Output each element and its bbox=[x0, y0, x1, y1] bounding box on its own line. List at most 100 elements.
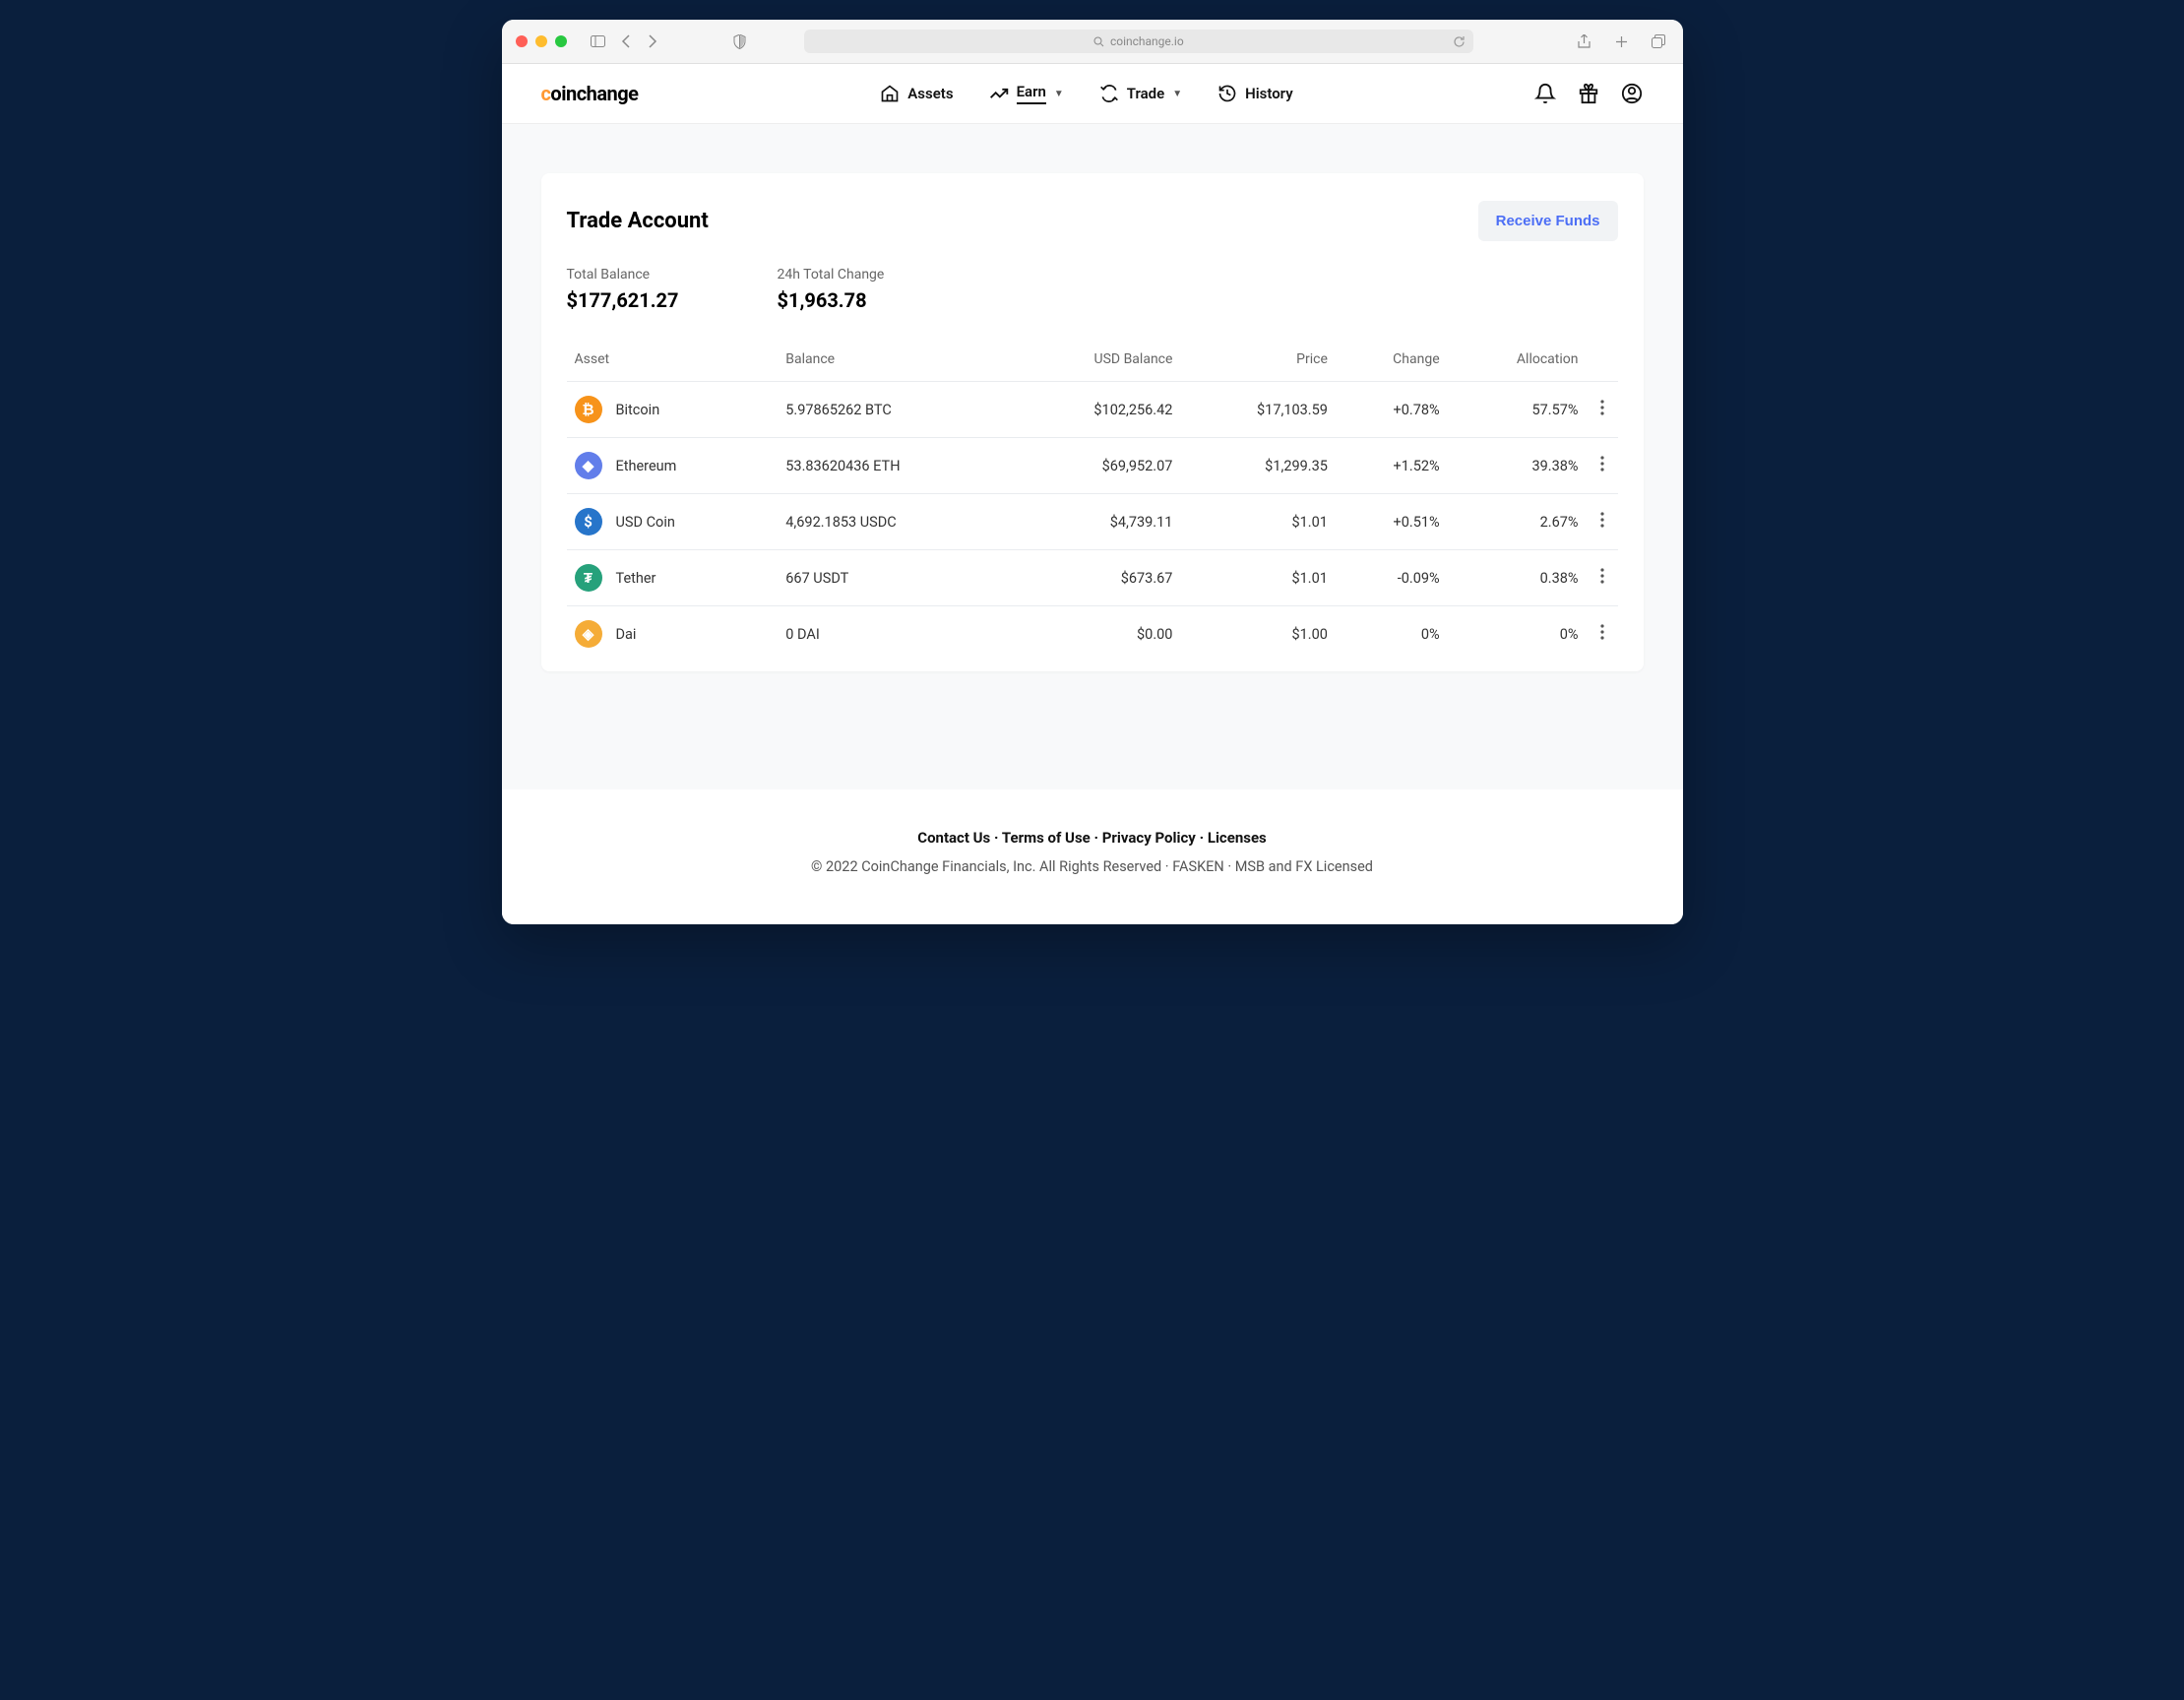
asset-cell: ◈ Dai bbox=[575, 620, 771, 648]
page-title: Trade Account bbox=[567, 209, 709, 233]
balance-cell: 0 DAI bbox=[778, 606, 1011, 662]
usd-balance-cell: $4,739.11 bbox=[1011, 494, 1180, 550]
maximize-window-button[interactable] bbox=[555, 35, 567, 47]
logo[interactable]: coinchange bbox=[541, 82, 639, 105]
row-more-button[interactable] bbox=[1594, 512, 1610, 528]
app-header: coinchange Assets Earn▼ Trade ▼ History bbox=[502, 64, 1683, 124]
balance-cell: 5.97865262 BTC bbox=[778, 382, 1011, 438]
footer-link-terms-of-use[interactable]: Terms of Use bbox=[1002, 829, 1091, 847]
footer: Contact Us · Terms of Use · Privacy Poli… bbox=[502, 789, 1683, 924]
asset-name: Dai bbox=[616, 626, 637, 643]
minimize-window-button[interactable] bbox=[535, 35, 547, 47]
assets-table: AssetBalanceUSD BalancePriceChangeAlloca… bbox=[567, 342, 1618, 661]
asset-cell: $ USD Coin bbox=[575, 508, 771, 535]
asset-cell: ◆ Ethereum bbox=[575, 452, 771, 479]
change-cell: 0% bbox=[1336, 606, 1448, 662]
stat-label: 24h Total Change bbox=[778, 267, 885, 283]
col-asset: Asset bbox=[567, 342, 779, 382]
asset-name: Bitcoin bbox=[616, 402, 660, 418]
footer-link-privacy-policy[interactable]: Privacy Policy bbox=[1102, 829, 1196, 847]
usd-balance-cell: $69,952.07 bbox=[1011, 438, 1180, 494]
row-more-button[interactable] bbox=[1594, 568, 1610, 584]
row-more-button[interactable] bbox=[1594, 400, 1610, 415]
price-cell: $1.01 bbox=[1180, 550, 1335, 606]
coin-icon: ₮ bbox=[575, 564, 602, 592]
nav-trade[interactable]: Trade ▼ bbox=[1099, 83, 1182, 104]
history-icon bbox=[1217, 84, 1237, 103]
app-window: coinchange.io coinchange Assets Earn▼ Trad… bbox=[502, 20, 1683, 924]
url-text: coinchange.io bbox=[1110, 34, 1184, 48]
receive-funds-button[interactable]: Receive Funds bbox=[1478, 201, 1618, 241]
forward-button[interactable] bbox=[644, 34, 663, 48]
search-icon bbox=[1093, 36, 1104, 47]
content-area: Trade Account Receive Funds Total Balanc… bbox=[502, 124, 1683, 789]
price-cell: $17,103.59 bbox=[1180, 382, 1335, 438]
col-change: Change bbox=[1336, 342, 1448, 382]
asset-cell: ₿ Bitcoin bbox=[575, 396, 771, 423]
asset-name: USD Coin bbox=[616, 514, 675, 531]
coin-icon: ◈ bbox=[575, 620, 602, 648]
traffic-lights bbox=[516, 35, 567, 47]
stat-value: $177,621.27 bbox=[567, 288, 679, 312]
gift-icon[interactable] bbox=[1578, 83, 1599, 104]
change-cell: +1.52% bbox=[1336, 438, 1448, 494]
browser-chrome: coinchange.io bbox=[502, 20, 1683, 64]
reload-icon[interactable] bbox=[1453, 35, 1466, 48]
nav-label: Assets bbox=[907, 85, 953, 102]
stats-row: Total Balance$177,621.2724h Total Change… bbox=[567, 267, 1618, 312]
footer-copyright: © 2022 CoinChange Financials, Inc. All R… bbox=[522, 858, 1663, 875]
table-row: ◆Ethereum53.83620436 ETH$69,952.07$1,299… bbox=[567, 438, 1618, 494]
footer-link-licenses[interactable]: Licenses bbox=[1208, 829, 1267, 847]
coin-icon: ₿ bbox=[575, 396, 602, 423]
share-icon[interactable] bbox=[1574, 34, 1593, 49]
chevron-down-icon: ▼ bbox=[1172, 89, 1182, 99]
footer-links: Contact Us · Terms of Use · Privacy Poli… bbox=[522, 829, 1663, 847]
notifications-icon[interactable] bbox=[1534, 83, 1556, 104]
coin-icon: ◆ bbox=[575, 452, 602, 479]
nav-history[interactable]: History bbox=[1217, 83, 1293, 104]
cycle-icon bbox=[1099, 84, 1119, 103]
tabs-overview-icon[interactable] bbox=[1649, 34, 1668, 49]
change-cell: +0.78% bbox=[1336, 382, 1448, 438]
chevron-down-icon: ▼ bbox=[1054, 89, 1064, 99]
nav-label: Trade bbox=[1127, 85, 1164, 102]
profile-icon[interactable] bbox=[1621, 83, 1643, 104]
footer-link-contact-us[interactable]: Contact Us bbox=[917, 829, 990, 847]
back-button[interactable] bbox=[616, 34, 636, 48]
stat-block: 24h Total Change$1,963.78 bbox=[778, 267, 885, 312]
allocation-cell: 0.38% bbox=[1448, 550, 1587, 606]
coin-icon: $ bbox=[575, 508, 602, 535]
table-row: ◈Dai0 DAI$0.00$1.000%0% bbox=[567, 606, 1618, 662]
new-tab-icon[interactable] bbox=[1611, 34, 1631, 49]
trend-icon bbox=[989, 84, 1009, 103]
row-more-button[interactable] bbox=[1594, 624, 1610, 640]
sidebar-toggle-icon[interactable] bbox=[589, 35, 608, 47]
nav-label: History bbox=[1245, 85, 1293, 102]
price-cell: $1.00 bbox=[1180, 606, 1335, 662]
balance-cell: 53.83620436 ETH bbox=[778, 438, 1011, 494]
allocation-cell: 0% bbox=[1448, 606, 1587, 662]
close-window-button[interactable] bbox=[516, 35, 528, 47]
col-balance: Balance bbox=[778, 342, 1011, 382]
allocation-cell: 39.38% bbox=[1448, 438, 1587, 494]
trade-account-card: Trade Account Receive Funds Total Balanc… bbox=[541, 173, 1644, 671]
nav-assets[interactable]: Assets bbox=[880, 83, 953, 104]
asset-name: Ethereum bbox=[616, 458, 677, 474]
table-row: ₿ Bitcoin 5.97865262 BTC$102,256.42$17,103… bbox=[567, 382, 1618, 438]
asset-cell: ₮ Tether bbox=[575, 564, 771, 592]
usd-balance-cell: $102,256.42 bbox=[1011, 382, 1180, 438]
main-nav: Assets Earn▼ Trade ▼ History bbox=[880, 83, 1292, 104]
price-cell: $1.01 bbox=[1180, 494, 1335, 550]
allocation-cell: 2.67% bbox=[1448, 494, 1587, 550]
table-row: ₮Tether667 USDT$673.67$1.01-0.09%0.38% bbox=[567, 550, 1618, 606]
shield-icon[interactable] bbox=[730, 34, 750, 49]
address-bar[interactable]: coinchange.io bbox=[804, 30, 1473, 53]
change-cell: +0.51% bbox=[1336, 494, 1448, 550]
row-more-button[interactable] bbox=[1594, 456, 1610, 472]
balance-cell: 667 USDT bbox=[778, 550, 1011, 606]
col-allocation: Allocation bbox=[1448, 342, 1587, 382]
table-row: $USD Coin4,692.1853 USDC$4,739.11$1.01+0… bbox=[567, 494, 1618, 550]
nav-earn[interactable]: Earn▼ bbox=[989, 83, 1064, 104]
usd-balance-cell: $0.00 bbox=[1011, 606, 1180, 662]
asset-name: Tether bbox=[616, 570, 656, 587]
